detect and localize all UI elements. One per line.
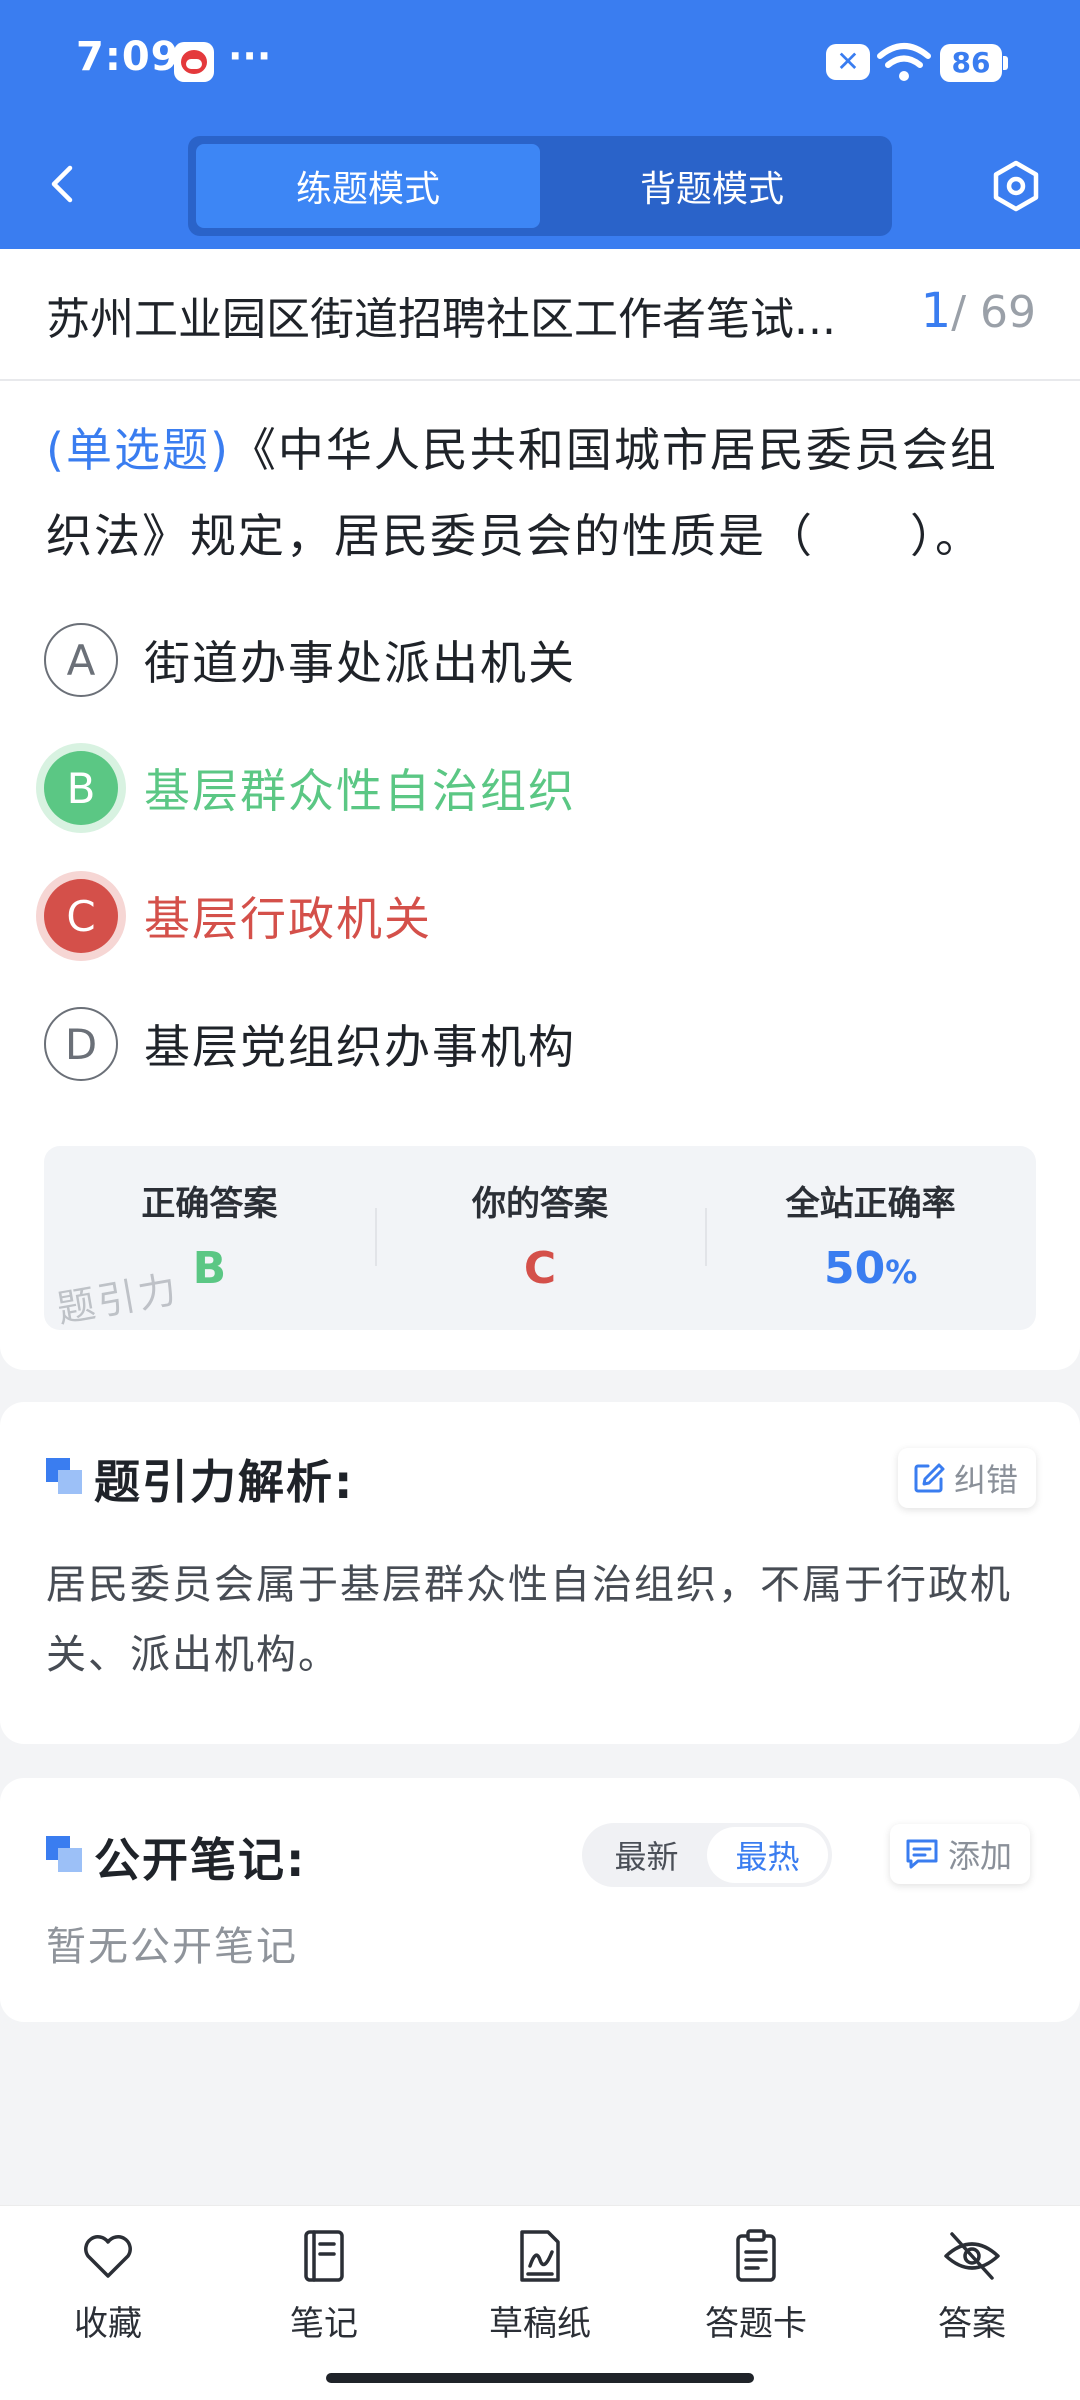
option-letter: A [44,623,118,697]
draft-paper-label: 草稿纸 [489,2304,591,2344]
notes-button[interactable]: 笔记 [234,2228,414,2345]
status-time: 7:09 [76,34,180,80]
option-letter: D [44,1007,118,1081]
add-note-label: 添加 [948,1837,1013,1875]
your-answer-value: C [523,1243,557,1294]
comment-icon [906,1839,938,1869]
heart-icon [84,2235,132,2278]
exam-title[interactable]: 苏州工业园区街道招聘社区工作者笔试... [46,283,916,347]
question-stem: (单选题)《中华人民共和国城市居民委员会组织法》规定，居民委员会的性质是（ ）。 [46,407,1042,579]
answer-sheet-label: 答题卡 [705,2304,807,2344]
favorite-label: 收藏 [74,2304,142,2344]
notes-sort-toggle: 最新 最热 [582,1823,832,1887]
wifi-icon [877,43,931,81]
accuracy-rate-number: 50 [824,1243,886,1294]
favorite-button[interactable]: 收藏 [18,2228,198,2345]
app-notification-icon [174,42,214,82]
correct-answer-column: 正确答案 B 题引力 [44,1146,375,1330]
tab-practice-mode[interactable]: 练题模式 [196,144,540,228]
accuracy-rate-label: 全站正确率 [785,1184,956,1224]
option-d[interactable]: D 基层党组织办事机构 [44,1005,1024,1083]
option-text: 基层群众性自治组织 [144,764,576,818]
analysis-title: 题引力解析: [94,1455,355,1509]
your-answer-column: 你的答案 C [374,1146,706,1330]
accuracy-rate-column: 全站正确率 50% [705,1146,1036,1330]
home-indicator[interactable] [326,2373,754,2383]
analysis-text: 居民委员会属于基层群众性自治组织，不属于行政机关、派出机构。 [46,1562,1012,1678]
option-letter: C [44,879,118,953]
public-notes-card: 公开笔记: 最新 最热 添加 暂无公开笔记 [0,1778,1080,2022]
sort-hottest-button[interactable]: 最热 [707,1827,828,1883]
toggle-answer-label: 答案 [938,2304,1006,2344]
back-arrow-icon[interactable] [40,160,88,208]
add-note-button[interactable]: 添加 [890,1824,1031,1884]
option-letter: B [44,751,118,825]
edit-icon [914,1463,945,1493]
answer-sheet-icon [736,2229,776,2282]
answer-sheet-button[interactable]: 答题卡 [666,2228,846,2345]
question-card: (单选题)《中华人民共和国城市居民委员会组织法》规定，居民委员会的性质是（ ）。… [0,381,1080,1370]
notes-title: 公开笔记: [94,1833,307,1887]
answer-summary: 正确答案 B 题引力 你的答案 C 全站正确率 50% [44,1146,1036,1330]
accuracy-rate-value: 50% [705,1243,1036,1294]
section-square-icon [46,1458,82,1494]
option-c[interactable]: C 基层行政机关 [44,877,1024,955]
draft-paper-icon [520,2230,560,2282]
correct-answer-label: 正确答案 [141,1184,278,1224]
option-text: 基层党组织办事机构 [144,1020,576,1074]
analysis-card: 题引力解析: 纠错 居民委员会属于基层群众性自治组织，不属于行政机关、派出机构。 [0,1402,1080,1744]
notes-empty-text: 暂无公开笔记 [46,1924,298,1970]
eye-off-icon [944,2232,1000,2280]
section-square-icon [46,1836,82,1872]
question-type: (单选题) [46,423,230,477]
no-sim-icon: ✕ [826,44,870,80]
option-b[interactable]: B 基层群众性自治组织 [44,749,1024,827]
question-counter[interactable]: 1/ 69 [921,283,1036,339]
option-a[interactable]: A 街道办事处派出机关 [44,621,1024,699]
notes-label: 笔记 [290,2304,358,2344]
mode-toggle: 练题模式 背题模式 [188,136,892,236]
notebook-icon [304,2230,344,2282]
bottom-toolbar: 收藏 笔记 草稿纸 答题卡 答案 [0,2205,1080,2400]
app-header: 7:09 ··· ✕ 86 练题模式 背题模式 [0,0,1080,249]
settings-hexagon-icon[interactable] [988,158,1044,214]
your-answer-label: 你的答案 [472,1184,608,1224]
exam-title-row: 苏州工业园区街道招聘社区工作者笔试... 1/ 69 [0,249,1080,381]
total-questions: / 69 [951,287,1036,338]
toggle-answer-button[interactable]: 答案 [882,2228,1062,2345]
battery-icon: 86 [940,44,1008,82]
option-text: 街道办事处派出机关 [144,636,576,690]
report-error-label: 纠错 [954,1461,1019,1499]
sort-latest-button[interactable]: 最新 [586,1827,707,1883]
accuracy-rate-unit: % [885,1253,918,1291]
status-more-dots: ··· [228,34,272,78]
current-question-number: 1 [920,283,952,339]
tab-memorize-mode[interactable]: 背题模式 [540,144,884,228]
report-error-button[interactable]: 纠错 [898,1448,1037,1508]
option-text: 基层行政机关 [144,892,432,946]
draft-paper-button[interactable]: 草稿纸 [450,2228,630,2345]
